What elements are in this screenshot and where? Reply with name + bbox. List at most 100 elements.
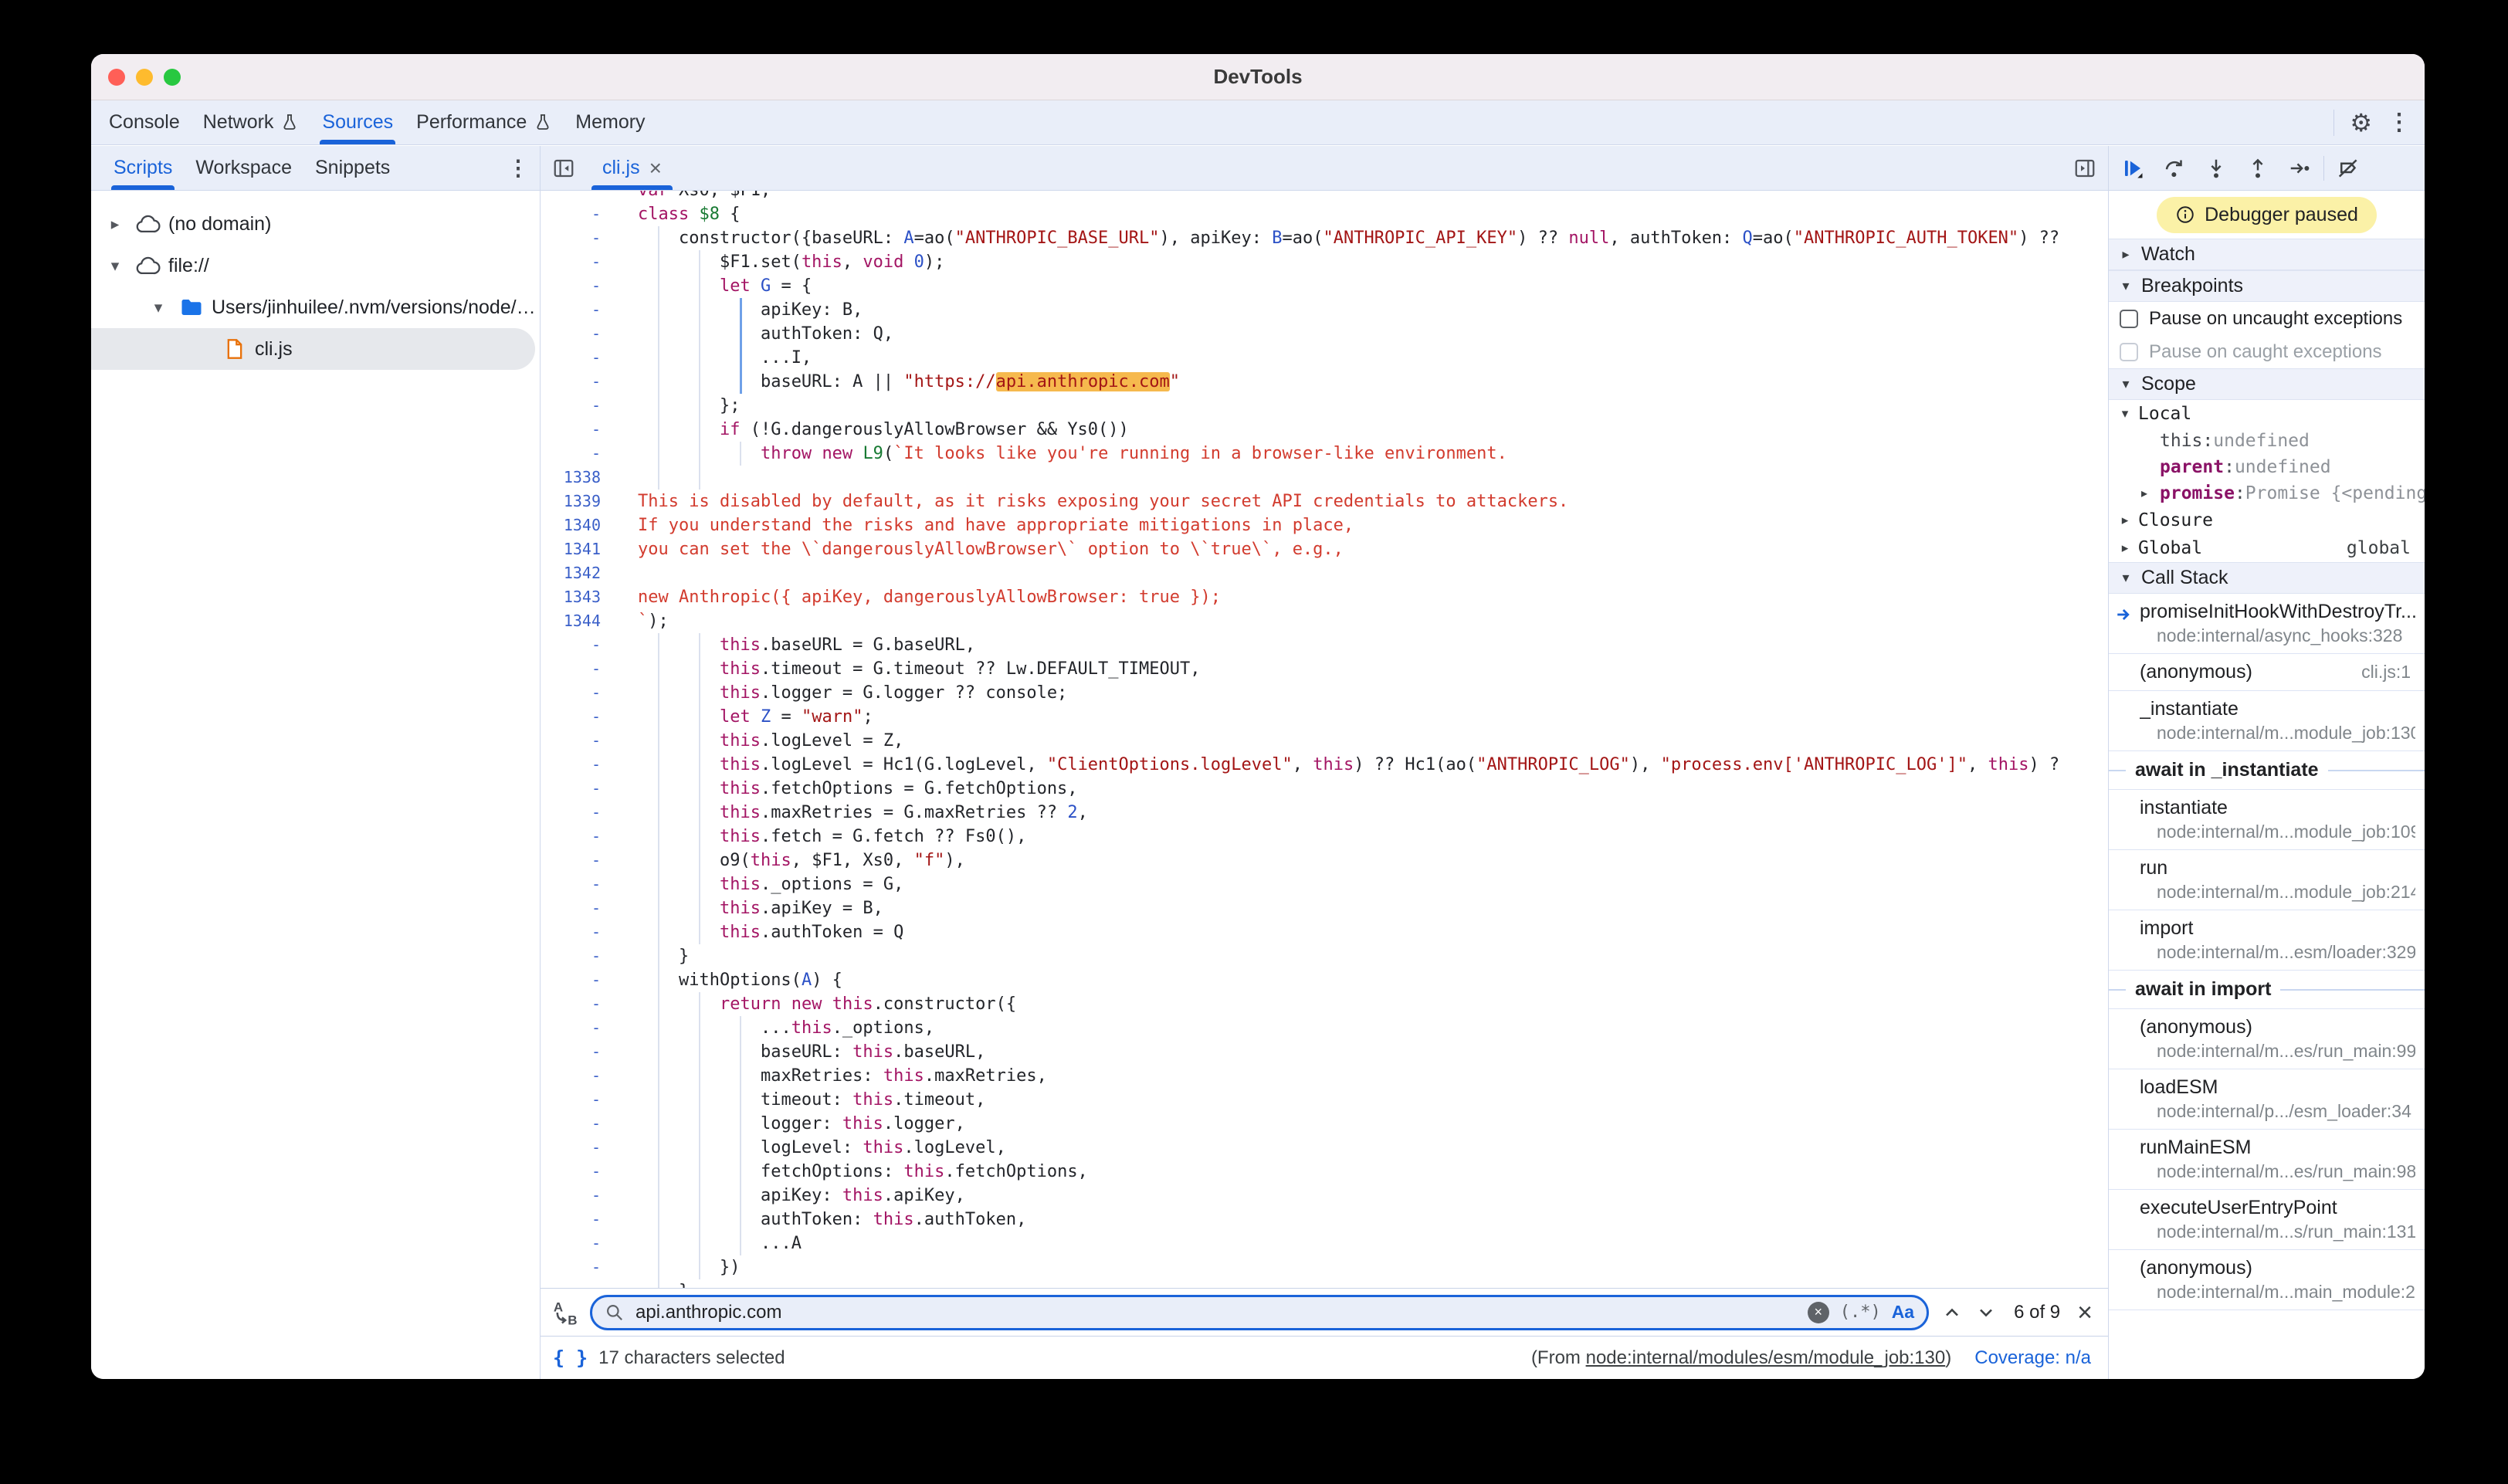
section-breakpoints[interactable]: ▾ Breakpoints [2109,270,2425,302]
tab-memory[interactable]: Memory [564,100,656,144]
line-number[interactable]: - [541,1112,610,1136]
breakpoint-option[interactable]: Pause on caught exceptions [2109,335,2425,368]
scope-group-global[interactable]: ▸Globalglobal [2109,534,2425,562]
line-number[interactable]: - [541,896,610,920]
line-number[interactable]: - [541,346,610,370]
step-into-button[interactable] [2195,146,2237,190]
line-number[interactable]: - [541,1088,610,1112]
code-line[interactable]: - } [541,1279,2108,1288]
code-line[interactable]: 1338 [541,466,2108,490]
line-number[interactable]: 1344 [541,609,610,633]
code-line[interactable]: 1344`); [541,609,2108,633]
code-editor[interactable]: var Xs0, $F1;-class $8 {- constructor({b… [541,191,2108,1288]
line-number[interactable]: - [541,226,610,250]
checkbox[interactable] [2120,343,2138,361]
code-line[interactable]: - this.logLevel = Z, [541,729,2108,753]
code-line[interactable]: - this.maxRetries = G.maxRetries ?? 2, [541,801,2108,825]
tab-sources[interactable]: Sources [310,100,405,144]
scope-variable-this[interactable]: this: undefined [2109,428,2425,454]
line-number[interactable] [541,191,610,202]
step-over-button[interactable] [2154,146,2195,190]
line-number[interactable]: - [541,681,610,705]
code-line[interactable]: - apiKey: this.apiKey, [541,1184,2108,1208]
tab-performance[interactable]: Performance [405,100,564,144]
line-number[interactable]: - [541,418,610,442]
code-line[interactable]: - }; [541,394,2108,418]
line-number[interactable]: - [541,250,610,274]
line-number[interactable]: - [541,753,610,777]
call-stack-frame[interactable]: runMainESMnode:internal/m...es/run_main:… [2109,1130,2425,1190]
hide-debugger-icon[interactable] [2062,146,2108,190]
nav-tab-scripts[interactable]: Scripts [102,146,184,190]
navigator-more-icon[interactable]: ⋮ [507,158,529,179]
tab-console[interactable]: Console [97,100,191,144]
call-stack-frame[interactable]: _instantiatenode:internal/m...module_job… [2109,691,2425,751]
code-line[interactable]: 1339This is disabled by default, as it r… [541,490,2108,513]
search-input[interactable]: api.anthropic.com × (.*) Aa [590,1295,1929,1330]
coverage-link[interactable]: Coverage: n/a [1974,1347,2091,1369]
line-number[interactable]: - [541,1279,610,1288]
code-line[interactable]: - throw new L9(`It looks like you're run… [541,442,2108,466]
line-number[interactable]: - [541,872,610,896]
line-number[interactable]: - [541,992,610,1016]
code-line[interactable]: - this.authToken = Q [541,920,2108,944]
chevron-down-icon[interactable]: ▾ [102,256,128,276]
line-number[interactable]: - [541,1232,610,1255]
code-line[interactable]: - this.apiKey = B, [541,896,2108,920]
line-number[interactable]: - [541,274,610,298]
scope-variable-parent[interactable]: parent: undefined [2109,454,2425,480]
line-number[interactable]: - [541,370,610,394]
code-line[interactable]: - ...A [541,1232,2108,1255]
section-watch[interactable]: ▸ Watch [2109,239,2425,270]
line-number[interactable]: 1342 [541,561,610,585]
tree-item-cli-js[interactable]: cli.js [91,328,535,370]
chevron-down-icon[interactable]: ▾ [145,298,171,317]
code-line[interactable]: - logLevel: this.logLevel, [541,1136,2108,1160]
code-line[interactable]: 1340If you understand the risks and have… [541,513,2108,537]
code-line[interactable]: - let G = { [541,274,2108,298]
tree-item-users-jinhuilee-nvm-versions-node-v2[interactable]: ▾Users/jinhuilee/.nvm/versions/node/v2..… [91,286,540,328]
line-number[interactable]: - [541,1160,610,1184]
next-match-button[interactable] [1975,1302,1997,1323]
line-number[interactable]: - [541,202,610,226]
line-number[interactable]: - [541,1208,610,1232]
regex-toggle[interactable]: (.*) [1840,1303,1881,1322]
close-tab-icon[interactable]: × [649,158,662,179]
line-number[interactable]: - [541,394,610,418]
code-line[interactable]: - $F1.set(this, void 0); [541,250,2108,274]
line-number[interactable]: 1340 [541,513,610,537]
code-line[interactable]: var Xs0, $F1; [541,191,2108,202]
scope-group-closure[interactable]: ▸Closure [2109,507,2425,534]
match-case-toggle[interactable]: Aa [1892,1302,1914,1323]
code-line[interactable]: - this._options = G, [541,872,2108,896]
line-number[interactable]: - [541,322,610,346]
pretty-print-icon[interactable]: { } [553,1347,588,1369]
code-line[interactable]: - ...this._options, [541,1016,2108,1040]
section-call-stack[interactable]: ▾ Call Stack [2109,562,2425,594]
nav-tab-snippets[interactable]: Snippets [303,146,402,190]
code-line[interactable]: 1341you can set the \`dangerouslyAllowBr… [541,537,2108,561]
code-line[interactable]: - this.baseURL = G.baseURL, [541,633,2108,657]
code-line[interactable]: - baseURL: A || "https://api.anthropic.c… [541,370,2108,394]
chevron-right-icon[interactable]: ▸ [102,215,128,234]
line-number[interactable]: - [541,920,610,944]
more-options-icon[interactable]: ⋮ [2388,111,2411,134]
minimize-window-button[interactable] [136,69,153,86]
call-stack-frame[interactable]: importnode:internal/m...esm/loader:329 [2109,910,2425,971]
code-line[interactable]: - this.logLevel = Hc1(G.logLevel, "Clien… [541,753,2108,777]
line-number[interactable]: 1343 [541,585,610,609]
step-out-button[interactable] [2237,146,2279,190]
call-stack-frame[interactable]: (anonymous)cli.js:1 [2109,654,2425,691]
line-number[interactable]: - [541,825,610,849]
code-line[interactable]: - if (!G.dangerouslyAllowBrowser && Ys0(… [541,418,2108,442]
code-line[interactable]: - authToken: this.authToken, [541,1208,2108,1232]
code-line[interactable]: - ...I, [541,346,2108,370]
line-number[interactable]: - [541,801,610,825]
code-line[interactable]: - return new this.constructor({ [541,992,2108,1016]
call-stack-frame[interactable]: (anonymous)node:internal/m...es/run_main… [2109,1009,2425,1069]
code-line[interactable]: - timeout: this.timeout, [541,1088,2108,1112]
code-line[interactable]: 1342 [541,561,2108,585]
code-line[interactable]: - this.fetch = G.fetch ?? Fs0(), [541,825,2108,849]
zoom-window-button[interactable] [164,69,181,86]
line-number[interactable]: - [541,442,610,466]
